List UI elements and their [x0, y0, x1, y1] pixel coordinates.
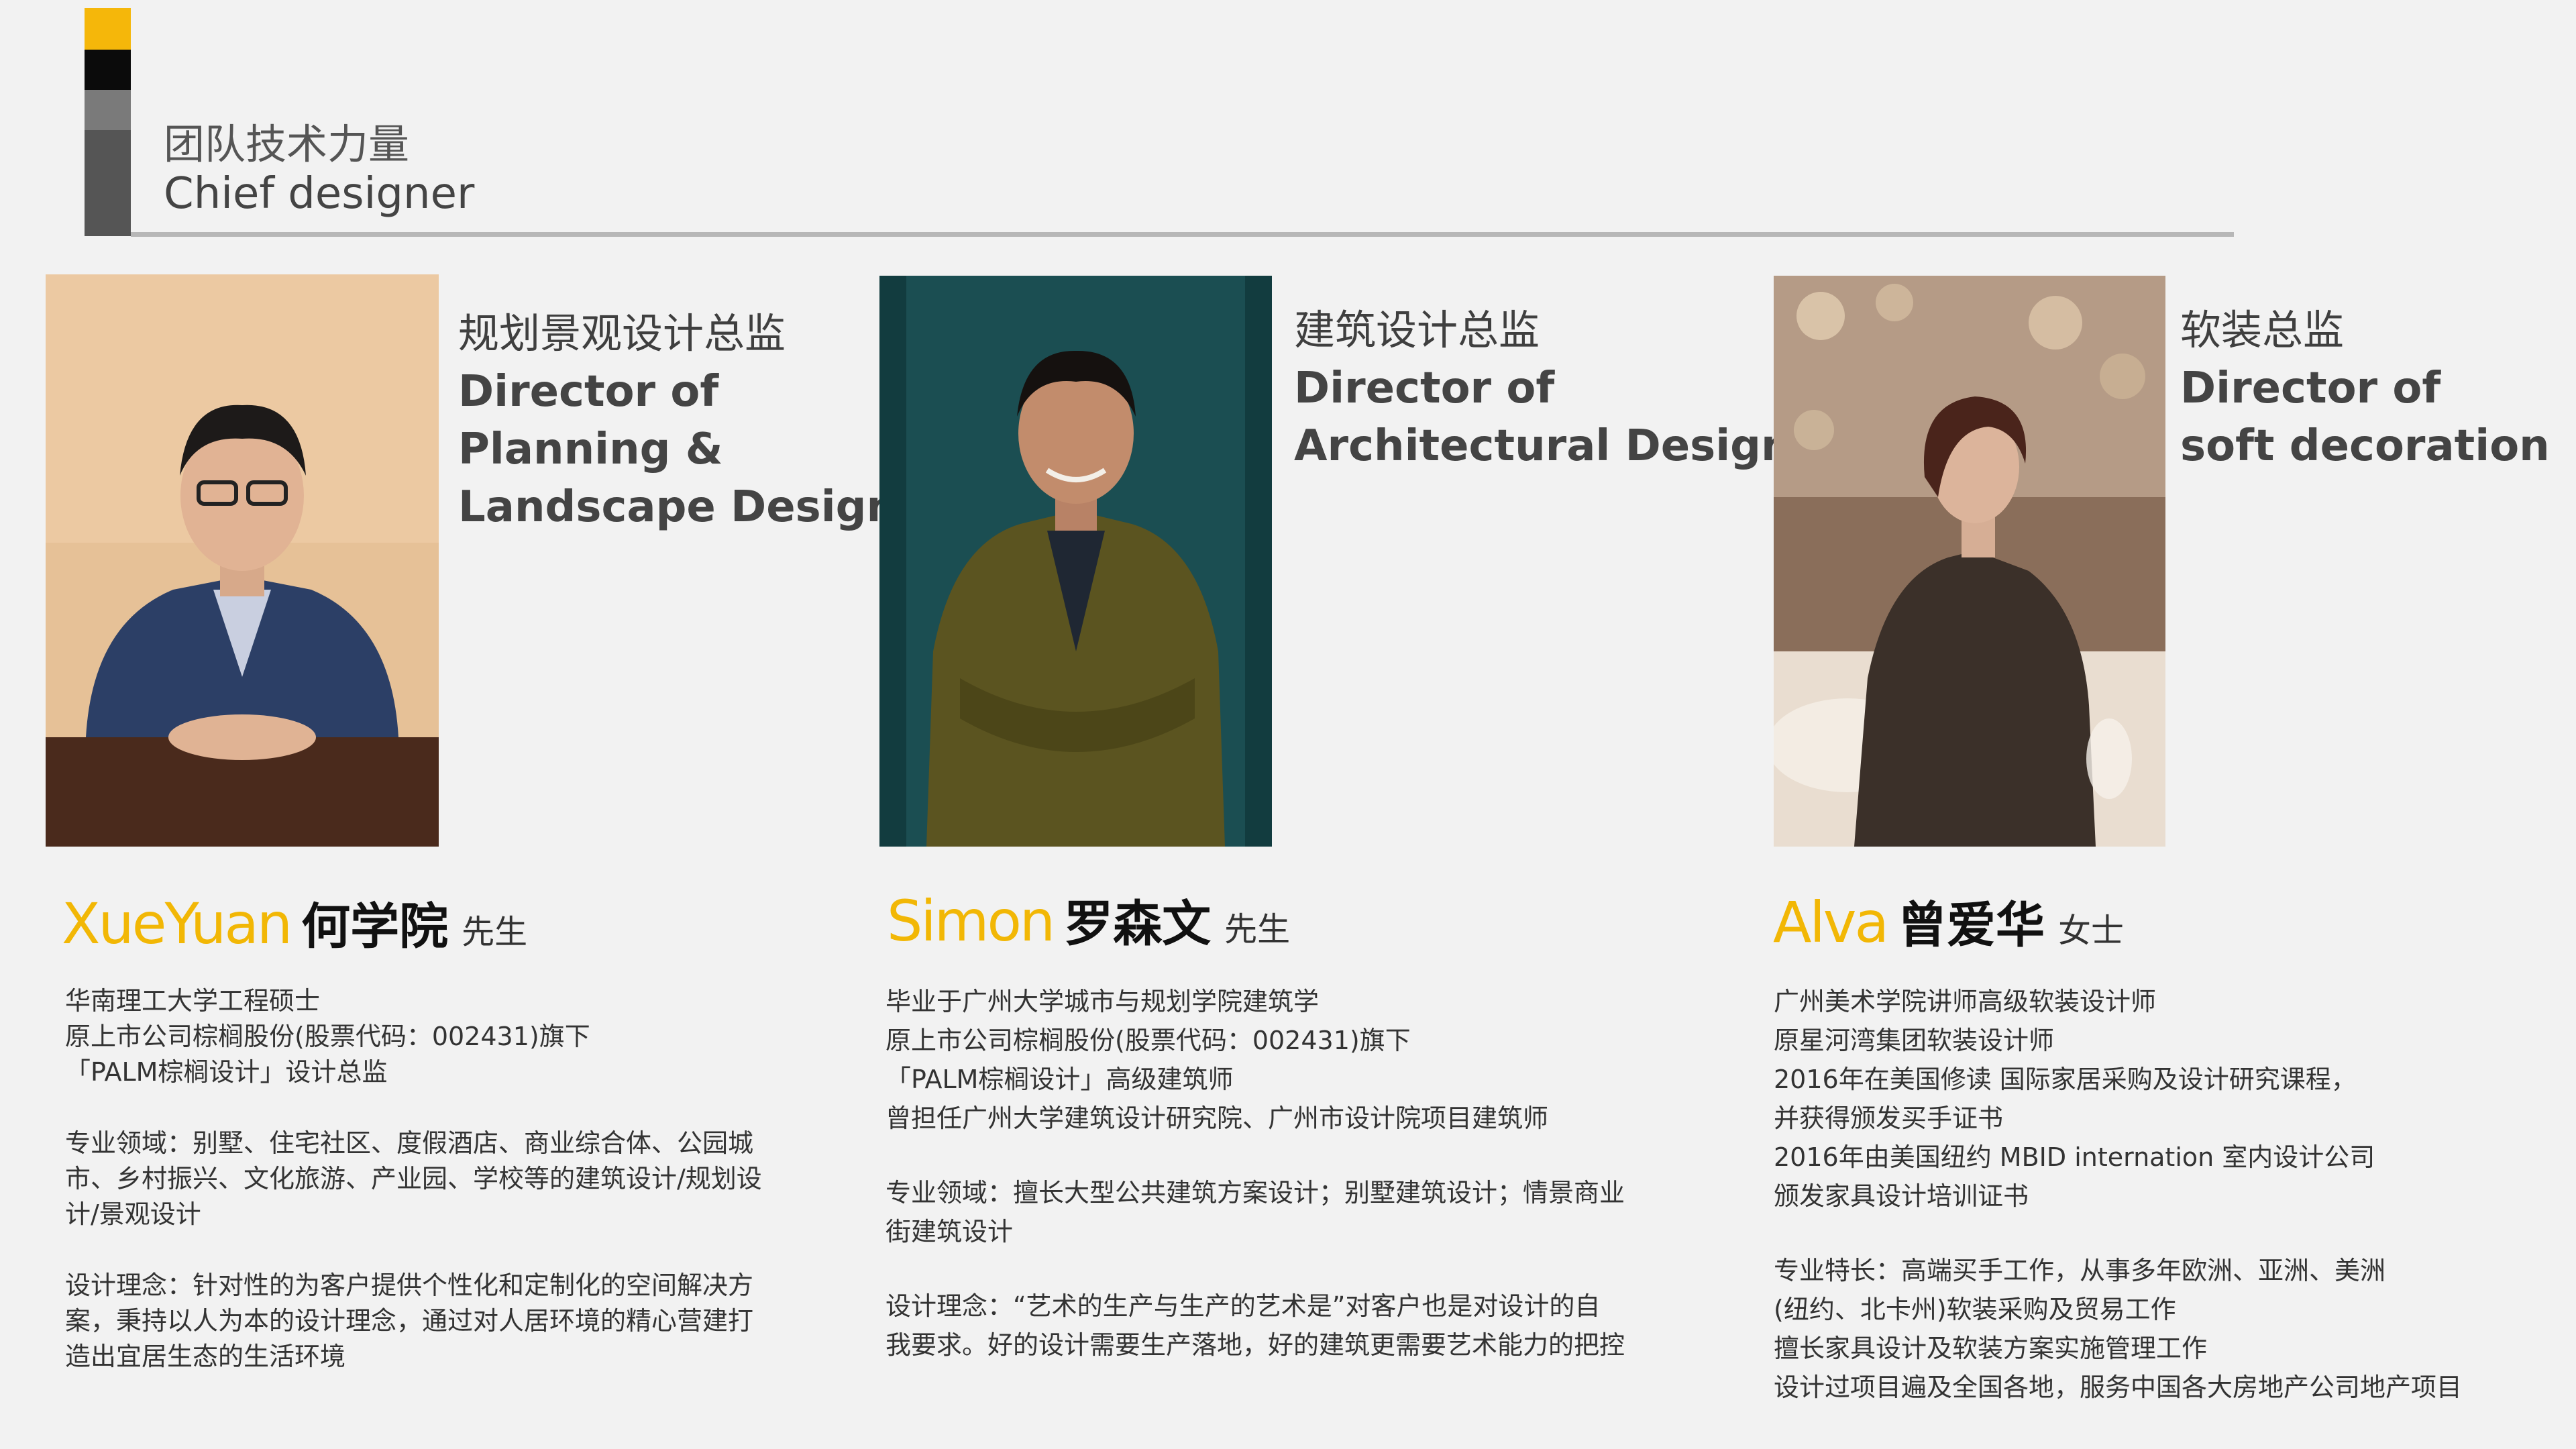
role-title-cn: 软装总监 [2180, 307, 2345, 354]
bio-line: 设计理念：“艺术的生产与生产的艺术是”对客户也是对设计的自 [885, 1291, 1601, 1321]
header-accent-grey [85, 90, 131, 130]
bio-line: 原上市公司棕榈股份(股票代码：002431)旗下 [885, 1026, 1411, 1055]
bio-line: 颁发家具设计培训证书 [1774, 1181, 2029, 1211]
bio-line: 原星河湾集团软装设计师 [1774, 1026, 2055, 1055]
name-cn: 曾爱华 [1898, 897, 2045, 954]
bio-line: 我要求。好的设计需要生产落地，好的建筑更需要艺术能力的把控 [885, 1330, 1625, 1360]
bio-line: 2016年在美国修读 国际家居采购及设计研究课程， [1774, 1065, 2357, 1094]
designer-role-2: 建筑设计总监 Director of Architectural Design [1294, 302, 1792, 475]
role-title-en-line: Architectural Design [1294, 421, 1792, 471]
designer-name-2: Simon 罗森文 先生 [887, 884, 1290, 955]
designer-name-1: XueYuan 何学院 先生 [62, 887, 527, 958]
honorific: 先生 [1224, 910, 1291, 949]
name-en: XueYuan [62, 891, 292, 957]
bio-line: 2016年由美国纽约 MBID internation 室内设计公司 [1774, 1142, 2375, 1172]
page-title-cn: 团队技术力量 [164, 121, 410, 168]
bio-line: 市、乡村振兴、文化旅游、产业园、学校等的建筑设计/规划设 [65, 1164, 762, 1193]
designer-name-3: Alva 曾爱华 女士 [1773, 885, 2124, 957]
bio-line: 计/景观设计 [65, 1199, 201, 1229]
designer-bio-1: 华南理工大学工程硕士 原上市公司棕榈股份(股票代码：002431)旗下 「PAL… [65, 983, 762, 1375]
role-title-en-line: Director of [2180, 364, 2441, 413]
role-title-en-line: Planning & [458, 425, 723, 474]
bio-line: 造出宜居生态的生活环境 [65, 1342, 346, 1371]
bio-line: 「PALM棕榈设计」高级建筑师 [885, 1065, 1234, 1094]
bio-line: 广州美术学院讲师高级软装设计师 [1774, 987, 2157, 1016]
bio-line: 华南理工大学工程硕士 [65, 986, 321, 1016]
designer-photo-alva [1774, 276, 2165, 847]
bio-line: 设计过项目遍及全国各地，服务中国各大房地产公司地产项目 [1774, 1373, 2463, 1402]
name-en: Alva [1773, 890, 1889, 955]
bio-line: 曾担任广州大学建筑设计研究院、广州市设计院项目建筑师 [885, 1104, 1549, 1133]
role-title-en-line: soft decoration [2180, 421, 2550, 471]
bio-line: 案，秉持以人为本的设计理念，通过对人居环境的精心营建打 [65, 1306, 754, 1336]
role-title-cn: 规划景观设计总监 [458, 310, 786, 358]
role-title-cn: 建筑设计总监 [1294, 307, 1540, 354]
bio-line: (纽约、北卡州)软装采购及贸易工作 [1774, 1295, 2176, 1324]
name-cn: 罗森文 [1064, 896, 1212, 953]
bio-line: 擅长家具设计及软装方案实施管理工作 [1774, 1334, 2208, 1363]
role-title-en-line: Director of [1294, 364, 1555, 413]
bio-line: 「PALM棕榈设计」设计总监 [65, 1057, 388, 1087]
designer-photo-xueyuan [46, 274, 439, 847]
role-title-en-line: Director of [458, 367, 719, 417]
bio-line: 专业领域：别墅、住宅社区、度假酒店、商业综合体、公园城 [65, 1128, 754, 1158]
designer-photo-simon [879, 276, 1272, 847]
bio-line: 街建筑设计 [885, 1217, 1014, 1246]
header-accent-black [85, 50, 131, 90]
role-title-en-line: Landscape Design [458, 482, 897, 532]
name-en: Simon [887, 888, 1055, 954]
bio-line: 毕业于广州大学城市与规划学院建筑学 [885, 987, 1320, 1016]
bio-line: 原上市公司棕榈股份(股票代码：002431)旗下 [65, 1022, 590, 1051]
header-accent-dark [85, 130, 131, 236]
designer-role-1: 规划景观设计总监 Director of Planning & Landscap… [458, 305, 897, 536]
bio-line: 专业特长：高端买手工作，从事多年欧洲、亚洲、美洲 [1774, 1256, 2386, 1285]
bio-line: 专业领域：擅长大型公共建筑方案设计；别墅建筑设计；情景商业 [885, 1178, 1625, 1208]
bio-line: 并获得颁发买手证书 [1774, 1104, 2004, 1133]
header-accent-yellow [85, 8, 131, 50]
designer-bio-2: 毕业于广州大学城市与规划学院建筑学 原上市公司棕榈股份(股票代码：002431)… [885, 982, 1625, 1364]
header-divider [131, 232, 2234, 237]
name-cn: 何学院 [301, 898, 449, 955]
honorific: 先生 [462, 913, 528, 951]
designer-role-3: 软装总监 Director of soft decoration [2180, 302, 2550, 475]
honorific: 女士 [2058, 912, 2125, 950]
bio-line: 设计理念：针对性的为客户提供个性化和定制化的空间解决方 [65, 1271, 754, 1300]
designer-bio-3: 广州美术学院讲师高级软装设计师 原星河湾集团软装设计师 2016年在美国修读 国… [1774, 982, 2462, 1407]
page-title-en: Chief designer [164, 169, 475, 219]
